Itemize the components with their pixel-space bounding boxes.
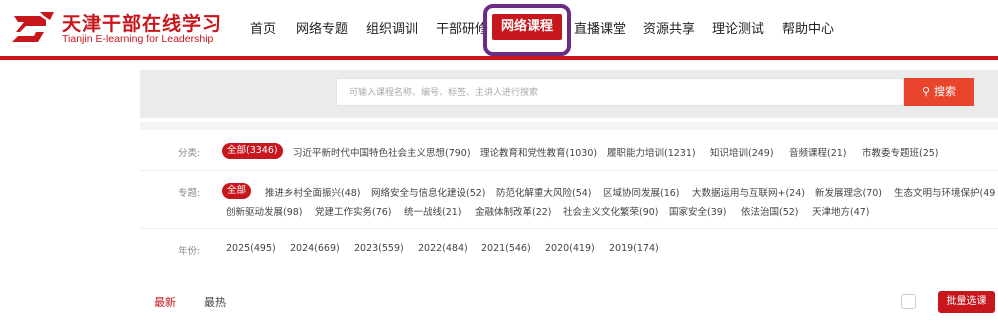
topic-chip[interactable]: 国家安全(39) <box>669 204 727 218</box>
category-label: 分类: <box>178 148 201 159</box>
year-label: 年份: <box>178 246 201 257</box>
year-chip[interactable]: 2023(559) <box>354 243 404 254</box>
category-all-chip[interactable]: 全部(3346) <box>222 143 283 159</box>
search-icon: ⚲ <box>921 85 931 98</box>
filter-divider <box>140 228 998 229</box>
year-chip[interactable]: 2020(419) <box>545 243 595 254</box>
year-chip[interactable]: 2024(669) <box>290 243 340 254</box>
category-chip[interactable]: 理论教育和党性教育(1030) <box>480 145 597 159</box>
sort-hottest-tab[interactable]: 最热 <box>204 294 226 310</box>
filter-divider <box>140 170 998 171</box>
category-chip[interactable]: 习近平新时代中国特色社会主义思想(790) <box>293 145 471 159</box>
logo-title-cn: 天津干部在线学习 <box>62 13 223 35</box>
topic-all-chip[interactable]: 全部 <box>222 183 252 199</box>
topic-chip[interactable]: 党建工作实务(76) <box>315 204 392 218</box>
topic-chip[interactable]: 防范化解重大风险(54) <box>496 185 592 199</box>
year-chip[interactable]: 2022(484) <box>418 243 468 254</box>
nav-online-courses[interactable]: 网络课程 <box>492 14 562 40</box>
nav-org-training[interactable]: 组织调训 <box>366 18 418 37</box>
topic-chip[interactable]: 生态文明与环境保护(49 <box>894 185 995 199</box>
nav-resource-share[interactable]: 资源共享 <box>643 18 695 37</box>
filter-separator <box>140 122 998 130</box>
nav-cadre-study[interactable]: 干部研修 <box>436 18 488 37</box>
search-button[interactable]: ⚲ 搜索 <box>904 78 974 106</box>
nav-theory-test[interactable]: 理论测试 <box>712 18 764 37</box>
logo-title-en: Tianjin E-learning for Leadership <box>62 33 214 45</box>
topic-chip[interactable]: 区域协同发展(16) <box>603 185 680 199</box>
topic-chip[interactable]: 创新驱动发展(98) <box>226 204 303 218</box>
topic-chip[interactable]: 大数据运用与互联网+(24) <box>692 185 805 199</box>
sort-newest-tab[interactable]: 最新 <box>154 294 176 310</box>
year-chip[interactable]: 2019(174) <box>609 243 659 254</box>
topic-chip[interactable]: 天津地方(47) <box>812 204 870 218</box>
year-chip[interactable]: 2021(546) <box>481 243 531 254</box>
batch-select-button[interactable]: 批量选课 <box>938 291 995 313</box>
year-chip[interactable]: 2025(495) <box>226 243 276 254</box>
nav-home[interactable]: 首页 <box>250 18 276 37</box>
nav-network-topics[interactable]: 网络专题 <box>296 18 348 37</box>
category-chip[interactable]: 履职能力培训(1231) <box>607 145 696 159</box>
category-chip[interactable]: 知识培训(249) <box>710 145 774 159</box>
topic-chip[interactable]: 网络安全与信息化建设(52) <box>371 185 486 199</box>
select-all-checkbox[interactable] <box>901 294 916 309</box>
topic-chip[interactable]: 推进乡村全面振兴(48) <box>265 185 361 199</box>
category-chip[interactable]: 市教委专题班(25) <box>862 145 939 159</box>
site-header: 天津干部在线学习 Tianjin E-learning for Leadersh… <box>0 0 998 56</box>
topic-chip[interactable]: 依法治国(52) <box>741 204 799 218</box>
topic-chip[interactable]: 社会主义文化繁荣(90) <box>563 204 659 218</box>
logo-mark-icon <box>12 12 54 42</box>
search-button-label: 搜索 <box>934 85 957 98</box>
topic-chip[interactable]: 统一战线(21) <box>404 204 462 218</box>
course-search-input[interactable]: 可输入课程名称、编号、标签、主讲人进行搜索 <box>336 78 904 106</box>
topic-chip[interactable]: 新发展理念(70) <box>815 185 882 199</box>
nav-help-center[interactable]: 帮助中心 <box>782 18 834 37</box>
topic-chip[interactable]: 金融体制改革(22) <box>475 204 552 218</box>
topic-label: 专题: <box>178 188 201 199</box>
nav-live-class[interactable]: 直播课堂 <box>574 18 626 37</box>
category-chip[interactable]: 音频课程(21) <box>789 145 847 159</box>
site-logo[interactable]: 天津干部在线学习 Tianjin E-learning for Leadersh… <box>10 8 225 50</box>
